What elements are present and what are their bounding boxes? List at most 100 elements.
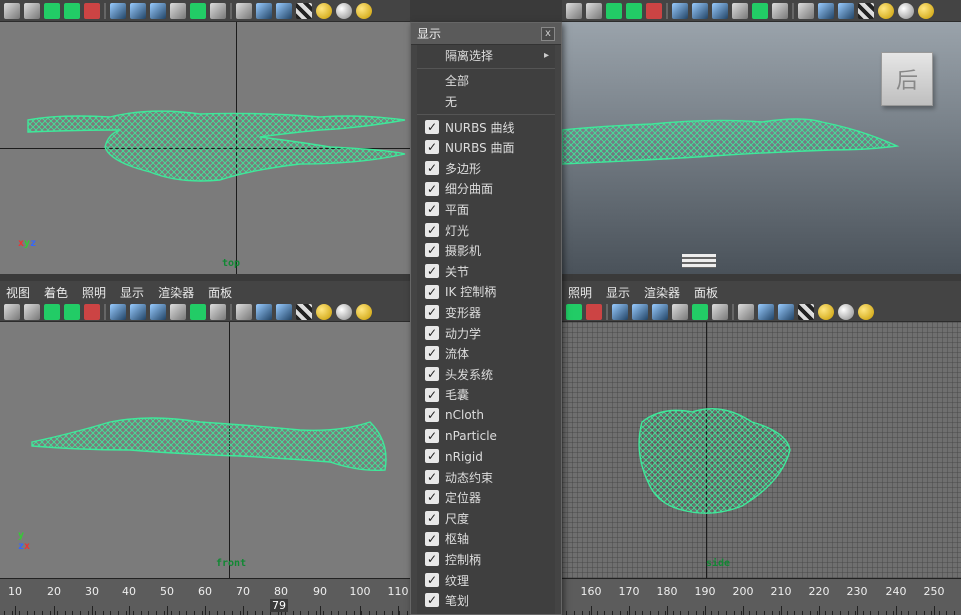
checkmark-icon[interactable]: ✓	[425, 449, 439, 464]
menu-item-checkbox[interactable]: ✓ 变形器	[417, 302, 555, 323]
menu-item-checkbox[interactable]: ✓ 细分曲面	[417, 179, 555, 200]
film-gate-icon[interactable]	[692, 2, 708, 19]
field-chart-icon[interactable]	[190, 303, 206, 320]
film-gate-icon[interactable]	[130, 303, 146, 320]
menu-item-checkbox[interactable]: ✓ 多边形	[417, 158, 555, 179]
checkmark-icon[interactable]: ✓	[425, 284, 439, 299]
menu-item-checkbox[interactable]: ✓ 灯光	[417, 220, 555, 241]
checkmark-icon[interactable]: ✓	[425, 140, 439, 155]
menu-item-checkbox[interactable]: ✓ IK 控制柄	[417, 282, 555, 303]
wireframe-on-shaded-icon[interactable]	[276, 303, 292, 320]
wireframe-icon[interactable]	[798, 2, 814, 19]
menu-item-checkbox[interactable]: ✓ 笔划	[417, 590, 555, 611]
menu-lighting[interactable]: 照明	[568, 284, 592, 301]
checkmark-icon[interactable]: ✓	[425, 243, 439, 258]
menu-item-checkbox[interactable]: ✓ 动态约束	[417, 467, 555, 488]
bookmark-icon[interactable]	[44, 303, 60, 320]
viewport-persp[interactable]: 后	[562, 22, 961, 274]
menu-item-checkbox[interactable]: ✓ 平面	[417, 199, 555, 220]
grease-pencil-icon[interactable]	[84, 303, 100, 320]
menu-item-checkbox[interactable]: ✓ 枢轴	[417, 529, 555, 550]
select-camera-icon[interactable]	[4, 2, 20, 19]
menu-item-all[interactable]: 全部	[417, 71, 555, 92]
checkmark-icon[interactable]: ✓	[425, 119, 439, 134]
checkmark-icon[interactable]: ✓	[425, 305, 439, 320]
lock-camera-icon[interactable]	[24, 303, 40, 320]
menu-show[interactable]: 显示	[120, 284, 144, 301]
menu-renderer[interactable]: 渲染器	[158, 284, 194, 301]
grid-icon[interactable]	[110, 2, 126, 19]
checkmark-icon[interactable]: ✓	[425, 531, 439, 546]
bookmark-icon[interactable]	[606, 2, 622, 19]
resolution-gate-icon[interactable]	[712, 2, 728, 19]
resolution-gate-icon[interactable]	[150, 2, 166, 19]
menu-item-checkbox[interactable]: ✓ 控制柄	[417, 549, 555, 570]
checkmark-icon[interactable]: ✓	[425, 408, 439, 423]
menu-item-checkbox[interactable]: ✓ 动力学	[417, 323, 555, 344]
resolution-gate-icon[interactable]	[150, 303, 166, 320]
ambient-occlusion-icon[interactable]	[356, 2, 372, 19]
image-plane-icon[interactable]	[566, 303, 582, 320]
grease-pencil-icon[interactable]	[586, 303, 602, 320]
safe-title-icon[interactable]	[210, 303, 226, 320]
menu-item-checkbox[interactable]: ✓ NURBS 曲面	[417, 137, 555, 158]
wireframe-icon[interactable]	[738, 303, 754, 320]
checkmark-icon[interactable]: ✓	[425, 572, 439, 587]
checkmark-icon[interactable]: ✓	[425, 181, 439, 196]
film-gate-icon[interactable]	[632, 303, 648, 320]
menu-item-checkbox[interactable]: ✓ nCloth	[417, 405, 555, 426]
shadows-icon[interactable]	[898, 2, 914, 19]
lights-icon[interactable]	[316, 303, 332, 320]
checkmark-icon[interactable]: ✓	[425, 366, 439, 381]
checkmark-icon[interactable]: ✓	[425, 325, 439, 340]
bookmark-icon[interactable]	[44, 2, 60, 19]
checkmark-icon[interactable]: ✓	[425, 263, 439, 278]
grid-icon[interactable]	[672, 2, 688, 19]
gate-mask-icon[interactable]	[672, 303, 688, 320]
select-camera-icon[interactable]	[566, 2, 582, 19]
character-wireframe-top[interactable]	[0, 22, 410, 274]
wireframe-icon[interactable]	[236, 2, 252, 19]
menu-item-checkbox[interactable]: ✓ NURBS 曲线	[417, 117, 555, 138]
safe-title-icon[interactable]	[772, 2, 788, 19]
menu-renderer[interactable]: 渲染器	[644, 284, 680, 301]
gate-mask-icon[interactable]	[170, 303, 186, 320]
character-wireframe-side[interactable]	[562, 322, 961, 578]
menu-item-checkbox[interactable]: ✓ 摄影机	[417, 240, 555, 261]
menu-item-checkbox[interactable]: ✓ 头发系统	[417, 364, 555, 385]
shadows-icon[interactable]	[838, 303, 854, 320]
resolution-gate-icon[interactable]	[652, 303, 668, 320]
menu-item-none[interactable]: 无	[417, 91, 555, 112]
checkmark-icon[interactable]: ✓	[425, 552, 439, 567]
menu-show[interactable]: 显示	[606, 284, 630, 301]
menu-panels[interactable]: 面板	[694, 284, 718, 301]
checkmark-icon[interactable]: ✓	[425, 222, 439, 237]
checkmark-icon[interactable]: ✓	[425, 511, 439, 526]
image-plane-icon[interactable]	[64, 2, 80, 19]
film-gate-icon[interactable]	[130, 2, 146, 19]
menu-item-checkbox[interactable]: ✓ 关节	[417, 261, 555, 282]
checkmark-icon[interactable]: ✓	[425, 593, 439, 608]
lights-icon[interactable]	[316, 2, 332, 19]
smooth-shade-icon[interactable]	[758, 303, 774, 320]
field-chart-icon[interactable]	[752, 2, 768, 19]
lock-camera-icon[interactable]	[586, 2, 602, 19]
menu-shading[interactable]: 着色	[44, 284, 68, 301]
menu-view[interactable]: 视图	[6, 284, 30, 301]
grease-pencil-icon[interactable]	[84, 2, 100, 19]
field-chart-icon[interactable]	[692, 303, 708, 320]
viewport-side[interactable]: side	[562, 322, 961, 578]
menu-item-checkbox[interactable]: ✓ 流体	[417, 343, 555, 364]
wireframe-on-shaded-icon[interactable]	[276, 2, 292, 19]
ambient-occlusion-icon[interactable]	[356, 303, 372, 320]
checkmark-icon[interactable]: ✓	[425, 428, 439, 443]
lights-icon[interactable]	[818, 303, 834, 320]
lock-camera-icon[interactable]	[24, 2, 40, 19]
textured-icon[interactable]	[296, 303, 312, 320]
menu-item-checkbox[interactable]: ✓ nParticle	[417, 426, 555, 447]
menu-panels[interactable]: 面板	[208, 284, 232, 301]
textured-icon[interactable]	[296, 2, 312, 19]
character-wireframe-front[interactable]	[0, 322, 410, 578]
image-plane-icon[interactable]	[64, 303, 80, 320]
menu-lighting[interactable]: 照明	[82, 284, 106, 301]
